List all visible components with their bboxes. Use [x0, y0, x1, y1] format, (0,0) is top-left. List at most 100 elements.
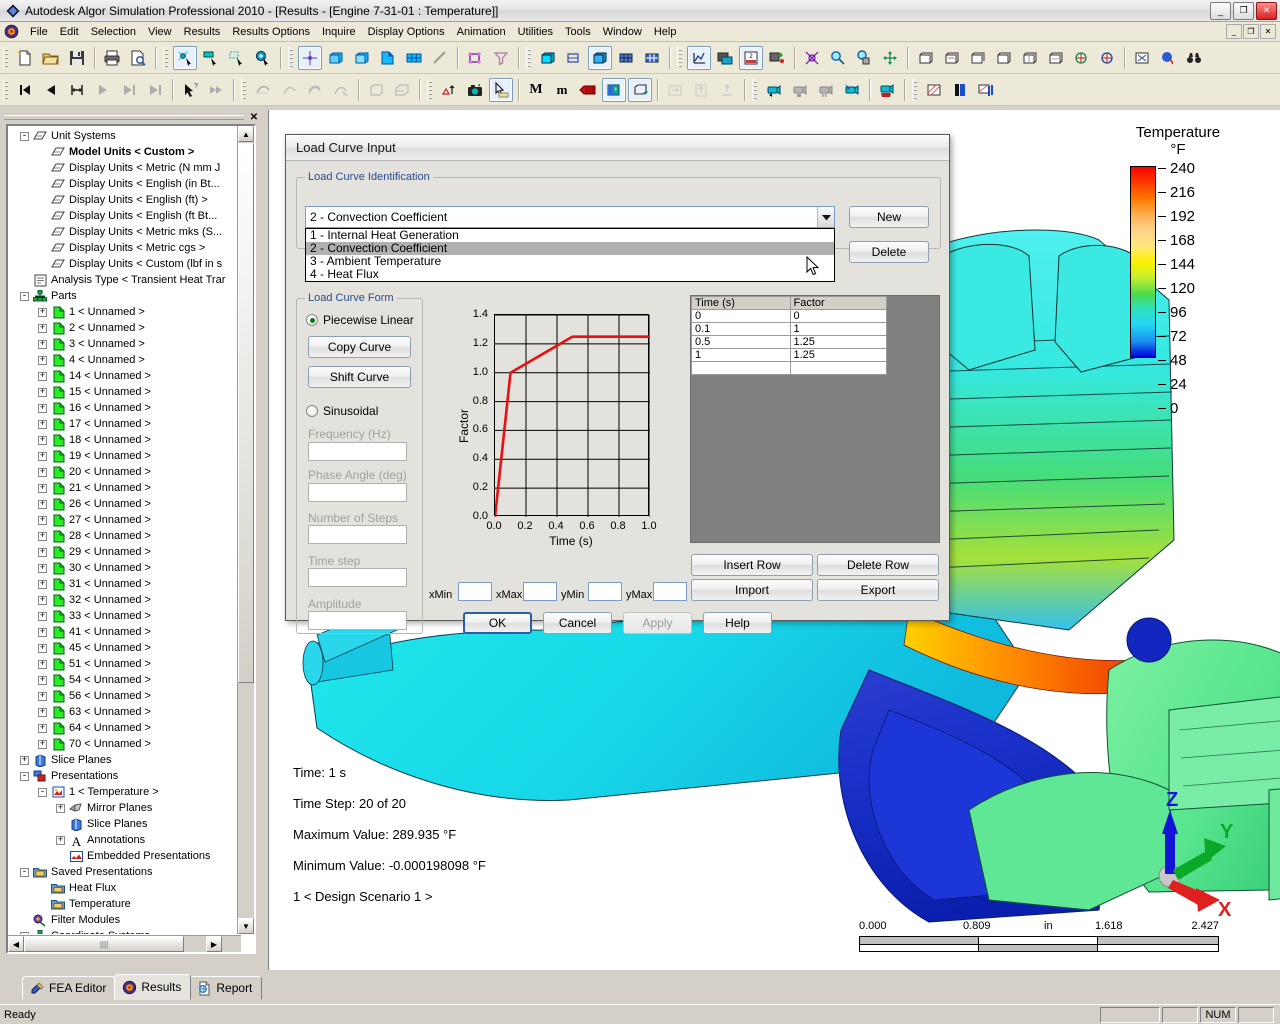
tree-node[interactable]: Filter Modules — [8, 912, 241, 928]
camera-start-icon[interactable] — [762, 78, 786, 102]
camera-stop-icon[interactable] — [788, 78, 812, 102]
tree-node[interactable]: + A Annotations — [8, 832, 241, 848]
cell-factor[interactable] — [789, 361, 887, 375]
tree-node[interactable]: +27 < Unnamed > — [8, 512, 241, 528]
expand-icon[interactable]: + — [38, 739, 47, 749]
annotate-cursor-icon[interactable] — [489, 77, 513, 102]
hatch-pattern-icon[interactable] — [922, 78, 946, 102]
cell-factor[interactable]: 1.25 — [789, 348, 887, 362]
last-frame-icon[interactable] — [143, 78, 167, 102]
legend-icon[interactable]: 2 — [739, 45, 763, 70]
tree-node[interactable]: Embedded Presentations — [8, 848, 241, 864]
ok-button[interactable]: OK — [463, 612, 532, 634]
cell-time[interactable]: 0.5 — [691, 335, 791, 349]
menu-help[interactable]: Help — [648, 24, 683, 40]
slice-result-icon[interactable] — [974, 78, 998, 102]
ymax-input[interactable] — [653, 582, 687, 601]
xmin-input[interactable] — [458, 582, 492, 601]
tree-node[interactable]: + Slice Planes — [8, 752, 241, 768]
toolbar-grip[interactable] — [3, 46, 10, 69]
insert-row-button[interactable]: Insert Row — [691, 554, 813, 576]
tree-node[interactable]: +32 < Unnamed > — [8, 592, 241, 608]
menu-view[interactable]: View — [142, 24, 178, 40]
expand-icon[interactable]: + — [38, 547, 47, 557]
tree-node[interactable]: - 1 < Temperature > — [8, 784, 241, 800]
toolbar-grip-7[interactable] — [241, 78, 248, 101]
tree-node[interactable]: +70 < Unnamed > — [8, 736, 241, 752]
cancel-button[interactable]: Cancel — [543, 612, 612, 634]
camera-pause-icon[interactable] — [814, 78, 838, 102]
expand-icon[interactable]: + — [38, 515, 47, 525]
cell-factor[interactable]: 1 — [789, 322, 887, 336]
document-icon[interactable] — [4, 24, 20, 40]
tree-node[interactable]: +51 < Unnamed > — [8, 656, 241, 672]
phase-angle-input[interactable] — [308, 483, 407, 502]
expand-icon[interactable]: + — [38, 675, 47, 685]
collapse-icon[interactable]: - — [20, 771, 29, 781]
sinusoidal-radio[interactable]: Sinusoidal — [306, 404, 378, 418]
tree-node[interactable]: Display Units < Metric mks (S... — [8, 224, 241, 240]
menu-results-options[interactable]: Results Options — [226, 24, 316, 40]
expand-icon[interactable]: + — [38, 579, 47, 589]
binoculars-icon[interactable] — [1182, 46, 1206, 70]
report-chart-icon[interactable] — [713, 46, 737, 70]
time-step-input[interactable] — [308, 568, 407, 587]
menu-window[interactable]: Window — [597, 24, 648, 40]
mesh-select-icon[interactable] — [402, 46, 426, 70]
expand-icon[interactable]: + — [38, 451, 47, 461]
toolbar-grip-9[interactable] — [752, 78, 759, 101]
fit-view-icon[interactable] — [800, 46, 824, 70]
menu-file[interactable]: File — [24, 24, 54, 40]
scroll-up-icon[interactable]: ▲ — [238, 126, 254, 142]
expand-icon[interactable]: + — [20, 755, 29, 765]
tree-node[interactable]: +31 < Unnamed > — [8, 576, 241, 592]
rotate-view-2-icon[interactable] — [1095, 46, 1119, 70]
tree-node[interactable]: - Presentations — [8, 768, 241, 784]
dropdown-option-3[interactable]: 4 - Heat Flux — [306, 268, 834, 281]
tree-node[interactable]: Display Units < Metric cgs > — [8, 240, 241, 256]
rotate-view-icon[interactable] — [1069, 46, 1093, 70]
expand-icon[interactable]: + — [38, 563, 47, 573]
zoom-in-icon[interactable] — [826, 46, 850, 70]
open-file-icon[interactable] — [39, 46, 63, 70]
dropdown-option-2[interactable]: 3 - Ambient Temperature — [306, 255, 834, 268]
expand-icon[interactable]: + — [38, 707, 47, 717]
fit-to-window-icon[interactable] — [1130, 46, 1154, 70]
max-marker-icon[interactable] — [437, 78, 461, 102]
window-maximize-button[interactable]: ❐ — [1233, 1, 1254, 20]
amplitude-input[interactable] — [308, 611, 407, 630]
vertex-handles-icon[interactable] — [463, 46, 487, 70]
box-select-2-icon[interactable] — [350, 46, 374, 70]
pick-help-icon[interactable]: ? — [178, 78, 202, 102]
tree-node[interactable]: +3 < Unnamed > — [8, 336, 241, 352]
both-shapes-icon[interactable] — [303, 78, 327, 102]
step-forward-icon[interactable] — [663, 78, 687, 102]
tab-results[interactable]: Results — [114, 974, 192, 1000]
table-row[interactable]: 00 — [691, 309, 887, 323]
cut-plane-icon[interactable] — [948, 78, 972, 102]
toolbar-grip-8[interactable] — [427, 78, 434, 101]
expand-icon[interactable]: + — [38, 611, 47, 621]
curve-data-table[interactable]: Time (s) Factor 0 0 0.1 1 0.5 1.25 1 1.25 — [691, 296, 887, 375]
document-minimize-button[interactable]: _ — [1226, 24, 1242, 39]
document-close-button[interactable]: ✕ — [1260, 24, 1276, 39]
mesh-view-icon[interactable] — [614, 46, 638, 70]
frequency-input[interactable] — [308, 442, 407, 461]
tree-node[interactable]: +1 < Unnamed > — [8, 304, 241, 320]
tree-vertical-scrollbar[interactable]: ▲ ▼ — [237, 126, 254, 934]
tree-node[interactable]: - Saved Presentations — [8, 864, 241, 880]
ymin-input[interactable] — [588, 582, 622, 601]
toolbar-grip-6[interactable] — [3, 78, 10, 101]
tree-node[interactable]: Display Units < Custom (lbf in s — [8, 256, 241, 272]
color-bar-icon[interactable] — [576, 78, 600, 102]
shaded-view-icon[interactable] — [536, 46, 560, 70]
toolbar-grip-3[interactable] — [288, 46, 295, 69]
window-close-button[interactable]: ✕ — [1256, 1, 1277, 20]
menu-selection[interactable]: Selection — [85, 24, 142, 40]
expand-icon[interactable]: + — [38, 403, 47, 413]
expand-icon[interactable]: + — [38, 323, 47, 333]
tree-node[interactable]: +29 < Unnamed > — [8, 544, 241, 560]
tree-node[interactable]: Display Units < English (ft) > — [8, 192, 241, 208]
expand-icon[interactable]: + — [38, 643, 47, 653]
scroll-down-icon[interactable]: ▼ — [238, 918, 254, 934]
